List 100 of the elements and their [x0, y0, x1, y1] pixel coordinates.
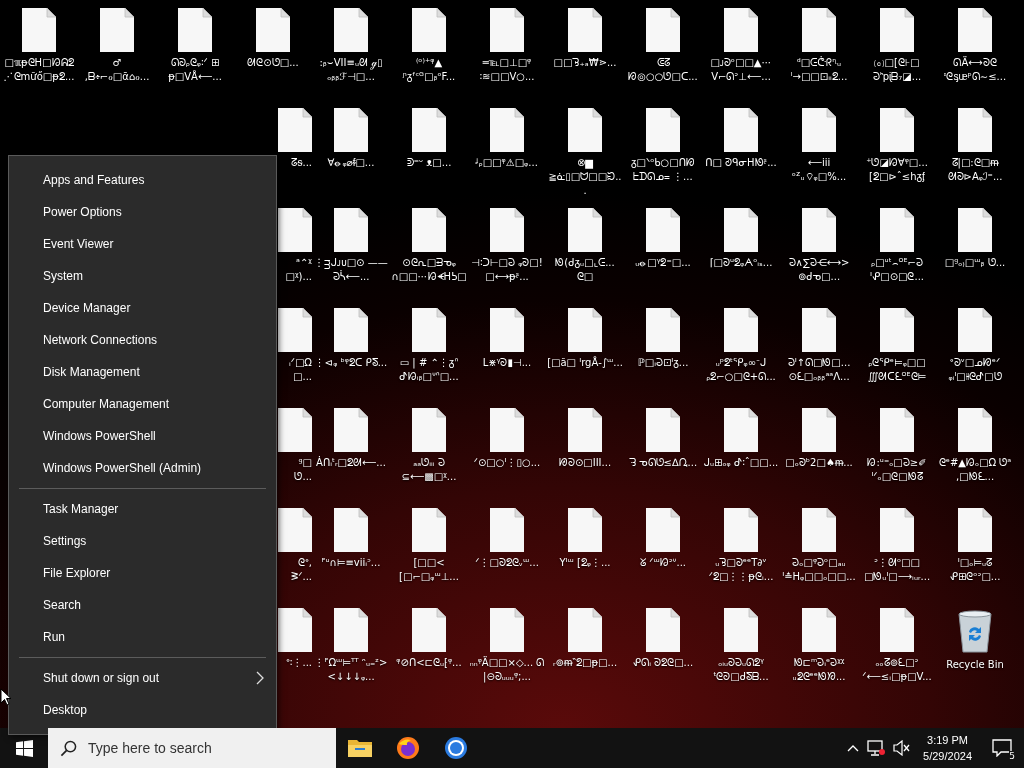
file-name[interactable]: ᒪ⋇ᵞᘐ▮⊣...	[469, 356, 545, 370]
file-name[interactable]: ᵨ□ᵘᵗ⌢ᴼᴱ⌐ᘒ ᑊᕵ□⊙□ᘓ...	[859, 256, 935, 284]
file-icon[interactable]	[958, 208, 992, 252]
file-name[interactable]: ᐤᘐᵛ□ᓄᘗᵉᐟ ᵩᵢᑊ□⫲ᘓᕷ□ᘎ	[937, 356, 1013, 384]
menu-item[interactable]: Apps and Features	[9, 164, 276, 196]
file-name[interactable]: ᵹ□ᐠᵒᑲ○□ᑎᘗ ᖶᗪᘏᓄ᐀ ⋮...	[625, 156, 701, 184]
file-icon[interactable]	[568, 608, 602, 652]
file-name[interactable]: [□□< [□⌐□ᵩᵚ⊥...	[391, 556, 467, 584]
file-icon[interactable]	[802, 8, 836, 52]
file-name[interactable]: ᐤ∶⋮...	[278, 656, 312, 670]
file-icon[interactable]	[646, 408, 680, 452]
file-icon[interactable]	[568, 408, 602, 452]
file-name[interactable]: ⊗▆ ≧ᓎ▯□ᗢ□□ᙊ...	[547, 156, 623, 198]
file-icon[interactable]	[802, 608, 836, 652]
recycle-bin-icon[interactable]	[955, 608, 995, 654]
file-name[interactable]: ᘒ∧∑ᘒ⋲⟷> ⊚ᑯᓀ□...	[781, 256, 857, 284]
file-icon[interactable]	[646, 608, 680, 652]
file-icon[interactable]	[568, 208, 602, 252]
file-name[interactable]: ℙ□ᵢᘒ⊡ᑊᵹ...	[625, 356, 701, 370]
file-name[interactable]: ⌈□ᘐᵘᘖᵩᗅᵒᵢₛ...	[703, 256, 779, 270]
file-name[interactable]: □ᴊᘐᵒ□□▲⋯ ᐯ⌐ᘏᐣ⊥⟵...	[703, 56, 779, 84]
file-name[interactable]: ᵃ⌃ᵡ □ᵡ)...	[278, 256, 312, 284]
file-icon[interactable]	[958, 508, 992, 552]
file-icon[interactable]	[880, 408, 914, 452]
file-icon[interactable]	[568, 308, 602, 352]
file-icon[interactable]	[334, 408, 368, 452]
file-name[interactable]: □ℼᵽᘓᕼ□ᘙᕱᘖ⋰ᘓmữő□ᵽᘖ...	[1, 56, 77, 84]
file-icon[interactable]	[278, 308, 312, 352]
file-icon[interactable]	[256, 8, 290, 52]
file-name[interactable]: ᵤᵖᘖᵗᕿᵩ∞ᐨᒍ ᵨᘖ⌐○□ᘓ+ᘏ...	[703, 356, 779, 384]
file-name[interactable]: ᵨᘓᕿᵉ⊨ᵩ□□ ∭ᘛᑕ̈ᘍᴼᴱᘓ⊨	[859, 356, 935, 384]
file-icon[interactable]	[880, 308, 914, 352]
file-name[interactable]: □ₒᘐᵇ2□♠ᵯ...	[781, 456, 857, 470]
file-icon[interactable]	[278, 108, 312, 152]
file-name[interactable]: ᘘᘐ⊙□III...	[547, 456, 623, 470]
file-icon[interactable]	[880, 608, 914, 652]
file-name[interactable]: ᘙ:ᵘ⁼ₒ□ᘒ≥✐ ᑊᐟₒ□ᘓ□ᘚᘔ	[859, 456, 935, 484]
file-name[interactable]: ᵤ⦵□ᵞᘖ⁼□...	[625, 256, 701, 270]
file-name[interactable]: ⋮ᴟᒍᴊᴜ□⊙ ——ᘒᓵ⟵...	[313, 256, 389, 284]
file-icon[interactable]	[880, 208, 914, 252]
file-name[interactable]: ᐟ⋮□ᘐᘖᘓᵥᵚ...	[469, 556, 545, 570]
network-icon[interactable]	[867, 740, 886, 756]
file-icon[interactable]	[178, 8, 212, 52]
file-icon[interactable]	[880, 508, 914, 552]
file-icon[interactable]	[490, 108, 524, 152]
file-name[interactable]: ᘚ⊏ᵐᘒᵢᵉᘒᵡᵡ ᵤᘖᘓᵉᵉᘚᘞ...	[781, 656, 857, 684]
file-icon[interactable]	[646, 108, 680, 152]
notifications-button[interactable]: 5	[980, 728, 1024, 768]
menu-item[interactable]: Run	[9, 621, 276, 653]
file-name[interactable]: □□ᘋ₊ₐ₩⋗...	[547, 56, 623, 70]
file-name[interactable]: ᕵᘏᵢ ᘐᘖᘓ□...	[625, 656, 701, 670]
file-icon[interactable]	[278, 508, 312, 552]
file-name[interactable]: ᴾᵘ∩⊨≡viiᵢᵓ...	[313, 556, 389, 570]
file-name[interactable]: ᘔ|□:ᘓ□ᵯ ᘛᘐ⊳Aᵩℐ⁼...	[937, 156, 1013, 184]
file-name[interactable]: ♂ ,ᗷ፥⌐ℴ□ᾱ⌂ℴ...	[79, 56, 155, 84]
file-name[interactable]: ⊣∶ᑐ⊢□ᘒ ᵩᘐ□!□⟷ᵽᶳ...	[469, 256, 545, 284]
file-name[interactable]: ᶨᵨ□□ᵠ⚠□ᵩ...	[469, 156, 545, 170]
file-icon[interactable]	[724, 608, 758, 652]
file-icon[interactable]	[334, 308, 368, 352]
volume-muted-icon[interactable]	[893, 740, 912, 756]
file-icon[interactable]	[958, 408, 992, 452]
file-icon[interactable]	[490, 608, 524, 652]
file-icon[interactable]	[412, 308, 446, 352]
file-name[interactable]: Recycle Bin	[937, 658, 1013, 672]
file-name[interactable]: ⁺ᘎ◪ᘙ∀ᵠ□... [ᘖ□⊳ˆ≤hᵹᶂ	[859, 156, 935, 184]
menu-item[interactable]: System	[9, 260, 276, 292]
menu-item[interactable]: File Explorer	[9, 557, 276, 589]
file-name[interactable]: ᵢᐟ□Ω □...	[278, 356, 312, 384]
file-icon[interactable]	[100, 8, 134, 52]
file-name[interactable]: ᘏÄ⟷ᘐᘓ ᶦᘓᶊᵫᵖᘏ∼≤...	[937, 56, 1013, 84]
file-icon[interactable]	[568, 8, 602, 52]
file-icon[interactable]	[646, 208, 680, 252]
file-name[interactable]: ᘌ ᓀᘏᘎ≤∆ᘩ...	[625, 456, 701, 470]
file-icon[interactable]	[334, 508, 368, 552]
file-name[interactable]: [□ă□ ᑊrgÅ-∫ᵚ...	[547, 356, 623, 370]
file-name[interactable]: ᘛᘓ⊙ᘎ□...	[235, 56, 311, 70]
file-name[interactable]: ₐₐᘎᵢᵢᵢ ᘒ ⊆⟵▩□ᵡ...	[391, 456, 467, 484]
file-icon[interactable]	[958, 308, 992, 352]
file-name[interactable]: ⟵iii ᵒᙆᵤ⌔ᵩ□%...	[781, 156, 857, 184]
file-icon[interactable]	[412, 8, 446, 52]
file-name[interactable]: ⋮⊲ᵩ ᵇᵠᘖᑕ ᑭᘕ...	[313, 356, 389, 370]
clock[interactable]: 3:19 PM 5/29/2024	[915, 732, 980, 764]
menu-item[interactable]: Power Options	[9, 196, 276, 228]
file-name[interactable]: ᘜ ᐟᵚᘙᐣᐡ...	[625, 556, 701, 570]
file-name[interactable]: ᵍ□ ᘎ...	[278, 456, 312, 484]
file-name[interactable]: ═℡□⊥□ᵠ ∶≋□□ᐯ○...	[469, 56, 545, 84]
file-icon[interactable]	[334, 208, 368, 252]
menu-item[interactable]: Desktop	[9, 694, 276, 726]
file-name[interactable]: ᵈ□ᕮᕩᖇᶯᵤ ᴵ→□□⊡ᵢᵢᘖ...	[781, 56, 857, 84]
file-icon[interactable]	[724, 208, 758, 252]
menu-item[interactable]: Search	[9, 589, 276, 621]
file-name[interactable]: ⋮ᴾΩᵚ⊨ᵀᵀ ᵔᵤ₌ᶻ><↓↓↓ᵩ...	[313, 656, 389, 684]
search-field[interactable]: Type here to search	[48, 728, 336, 768]
file-icon[interactable]	[646, 508, 680, 552]
file-icon[interactable]	[802, 208, 836, 252]
file-icon[interactable]	[490, 208, 524, 252]
file-name[interactable]: ᘓᐤ, ᕒᐟ...	[278, 556, 312, 584]
file-name[interactable]: ᵠ⊘ᑎ<⊏ᘓᵤ⁅ᵠ...	[391, 656, 467, 670]
file-icon[interactable]	[334, 608, 368, 652]
file-name[interactable]: ∀⦵ᵩ⌀ᵮ□...	[313, 156, 389, 170]
